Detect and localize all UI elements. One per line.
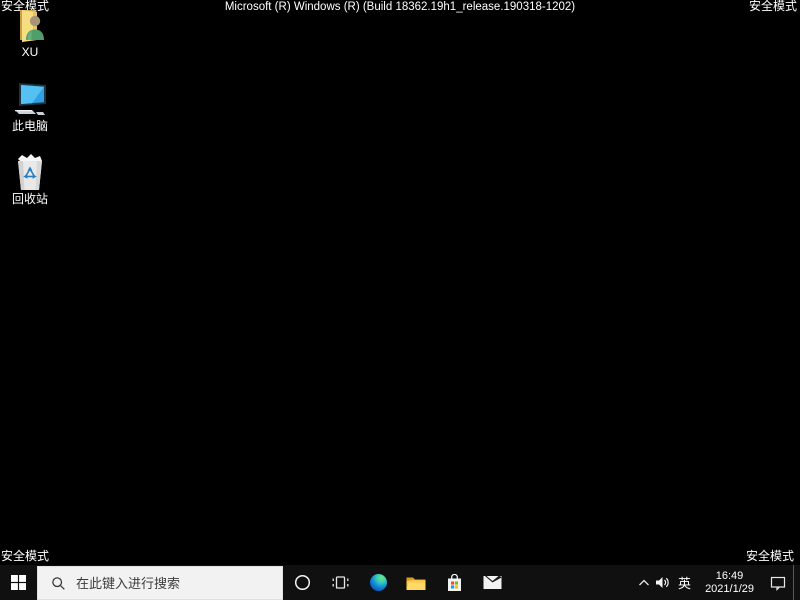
microsoft-store-button[interactable] <box>435 565 473 600</box>
show-hidden-icons-button[interactable] <box>635 565 653 600</box>
show-desktop-button[interactable] <box>793 565 800 600</box>
clock[interactable]: 16:49 2021/1/29 <box>696 570 763 595</box>
taskbar: 英 16:49 2021/1/29 <box>0 565 800 600</box>
chevron-up-icon <box>638 578 650 587</box>
desktop-icon-label: 回收站 <box>11 192 48 206</box>
edge-icon <box>369 574 387 591</box>
task-view-button[interactable] <box>321 565 359 600</box>
language-indicator[interactable]: 英 <box>673 565 696 600</box>
search-icon <box>51 576 66 591</box>
clock-date: 2021/1/29 <box>705 582 754 595</box>
search-input[interactable] <box>76 575 256 591</box>
safe-mode-label-bottom-right: 安全模式 <box>745 549 794 563</box>
mail-icon <box>483 575 502 590</box>
recycle-bin-icon <box>12 154 48 191</box>
cortana-icon <box>294 574 311 591</box>
clock-time: 16:49 <box>715 570 744 582</box>
desktop-icon-label: XU <box>21 45 39 59</box>
volume-button[interactable] <box>653 565 673 600</box>
microsoft-store-icon <box>446 573 463 592</box>
edge-button[interactable] <box>359 565 397 600</box>
windows-build-banner: Microsoft (R) Windows (R) (Build 18362.1… <box>224 1 576 13</box>
system-tray: 英 16:49 2021/1/29 <box>635 565 800 600</box>
file-explorer-icon <box>406 575 426 591</box>
desktop-icon-recycle-bin[interactable]: 回收站 <box>0 154 62 206</box>
desktop-icon-label: 此电脑 <box>11 119 48 133</box>
task-view-icon <box>332 575 349 590</box>
taskbar-search-box[interactable] <box>37 566 283 600</box>
windows-logo-icon <box>11 575 26 590</box>
cortana-button[interactable] <box>283 565 321 600</box>
desktop-icon-user-folder[interactable]: XU <box>0 8 62 59</box>
mail-button[interactable] <box>473 565 511 600</box>
user-folder-icon <box>12 8 48 44</box>
action-center-icon <box>770 575 786 591</box>
file-explorer-button[interactable] <box>397 565 435 600</box>
start-button[interactable] <box>0 565 37 600</box>
language-label: 英 <box>678 576 692 591</box>
action-center-button[interactable] <box>763 565 793 600</box>
speaker-icon <box>655 576 671 589</box>
safe-mode-label-bottom-left: 安全模式 <box>1 549 50 563</box>
desktop-icon-this-pc[interactable]: 此电脑 <box>0 82 62 133</box>
this-pc-icon <box>12 82 48 118</box>
